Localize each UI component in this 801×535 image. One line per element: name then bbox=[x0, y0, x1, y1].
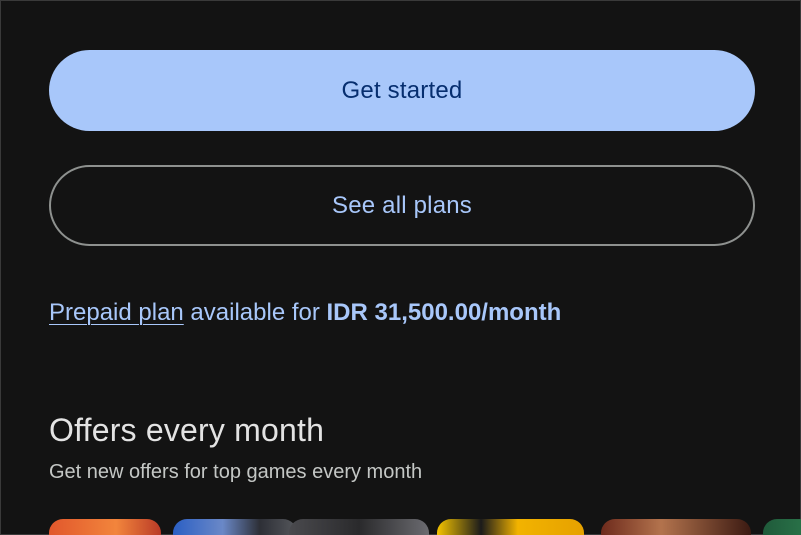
see-all-plans-button[interactable]: See all plans bbox=[49, 165, 755, 246]
see-all-plans-label: See all plans bbox=[331, 191, 473, 219]
offer-tile[interactable] bbox=[763, 519, 801, 535]
get-started-button[interactable]: Get started bbox=[49, 50, 755, 131]
get-started-label: Get started bbox=[341, 76, 463, 104]
offers-section-subtitle: Get new offers for top games every month bbox=[49, 461, 423, 483]
prepaid-plan-info: Prepaid plan available for IDR 31,500.00… bbox=[49, 299, 561, 327]
offer-tile[interactable] bbox=[173, 519, 297, 535]
prepaid-plan-price: IDR 31,500.00/month bbox=[326, 299, 562, 326]
prepaid-plan-middle-text: available for bbox=[183, 299, 327, 326]
offers-section-title: Offers every month bbox=[49, 412, 325, 448]
offer-tile[interactable] bbox=[437, 519, 584, 535]
offer-tile[interactable] bbox=[49, 519, 161, 535]
prepaid-plan-link[interactable]: Prepaid plan bbox=[49, 299, 184, 326]
offer-tile[interactable] bbox=[601, 519, 751, 535]
offers-carousel[interactable] bbox=[49, 519, 801, 535]
offer-tile[interactable] bbox=[289, 519, 429, 535]
